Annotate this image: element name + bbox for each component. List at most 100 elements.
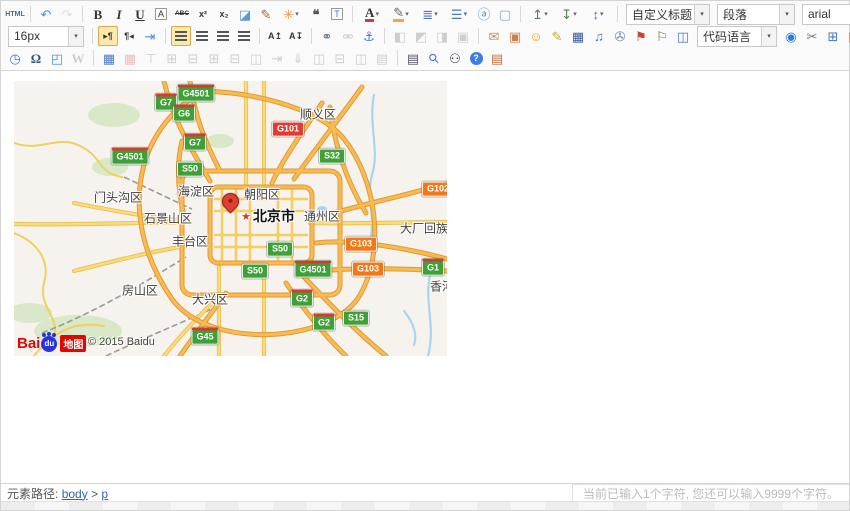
- pasteplain-button[interactable]: T: [327, 4, 347, 24]
- separator: [165, 28, 166, 44]
- simpleupload-button[interactable]: ✉: [484, 26, 504, 46]
- justifyjustify-button[interactable]: [234, 26, 254, 46]
- blockquote-button[interactable]: ❝: [306, 4, 326, 24]
- webapp-icon: ◉: [785, 30, 796, 43]
- undo-button[interactable]: ↶: [36, 4, 56, 24]
- imageright-icon: ◨: [436, 30, 448, 43]
- formatmatch-button[interactable]: ✎: [256, 4, 276, 24]
- district-label: 丰台区: [172, 233, 208, 250]
- time-button[interactable]: ◷: [5, 48, 25, 68]
- customstyle-combo[interactable]: 自定义标题▾: [626, 4, 710, 25]
- wordimage-button: W: [68, 48, 88, 68]
- source-button[interactable]: HTML: [5, 4, 25, 24]
- district-label: 门头沟区: [94, 189, 142, 206]
- road-badge: G101: [272, 122, 304, 137]
- backcolor-button[interactable]: ✎▾: [387, 4, 415, 24]
- paragraph-combo[interactable]: 段落▾: [717, 4, 795, 25]
- separator: [520, 6, 521, 22]
- spechars-button[interactable]: Ω: [26, 48, 46, 68]
- italic-button[interactable]: I: [109, 4, 129, 24]
- snapscreen-button[interactable]: ◰: [47, 48, 67, 68]
- charts-icon: ▤: [376, 52, 388, 65]
- district-label: 石景山区: [144, 210, 192, 227]
- bold-button[interactable]: B: [88, 4, 108, 24]
- template-button[interactable]: ⊞: [823, 26, 843, 46]
- toolbar-row-2: 16px▾▸¶¶◂⇥A↥A↧⚭⚮⚓◧◩◨▣✉▣☺✎▦♫✇⚑⚐◫代码语言▾◉✂⊞▨…: [5, 25, 845, 47]
- separator: [30, 6, 31, 22]
- undo-icon: ↶: [41, 8, 52, 21]
- justifycenter-button[interactable]: [192, 26, 212, 46]
- cleardoc-button[interactable]: ▢: [495, 4, 515, 24]
- drafts-icon: ▤: [491, 52, 503, 65]
- insertrow-icon: ⊞: [167, 52, 178, 65]
- baidu-map-image[interactable]: G4501G7G6G7G101S32G4501S50G102G103S50G1S…: [14, 81, 447, 356]
- toolbar-row-3: ◷Ω◰W▦▦⊤⊞⊟⊞⊟◫⇥⇓◫⊟◫▤▤⚲⚇?▤: [5, 47, 845, 69]
- touppercase-button[interactable]: A↥: [265, 26, 285, 46]
- status-bar: 元素路径: body > p 当前已输入1个字符, 您还可以输入9999个字符。: [1, 483, 849, 502]
- road-badge: G2: [313, 314, 335, 331]
- tolowercase-button[interactable]: A↧: [286, 26, 306, 46]
- indent-button[interactable]: ⇥: [140, 26, 160, 46]
- italic-icon: I: [116, 8, 121, 21]
- rowspacingbottom-button[interactable]: ↧▾: [555, 4, 583, 24]
- subscript-icon: x₂: [219, 10, 228, 19]
- autotypeset-button[interactable]: ✳▾: [277, 4, 305, 24]
- insertframe-button[interactable]: ◫: [673, 26, 693, 46]
- road-badge: S50: [267, 242, 293, 257]
- help-button[interactable]: ?: [466, 48, 486, 68]
- print-button[interactable]: ▤: [403, 48, 423, 68]
- preview-button[interactable]: ⚲: [424, 48, 444, 68]
- removeformat-button[interactable]: ◪: [235, 4, 255, 24]
- map-button[interactable]: ⚑: [631, 26, 651, 46]
- drafts-button[interactable]: ▤: [487, 48, 507, 68]
- justifyright-button[interactable]: [213, 26, 233, 46]
- splittocells-icon: ◫: [313, 52, 325, 65]
- music-button[interactable]: ♫: [589, 26, 609, 46]
- subscript-button[interactable]: x₂: [214, 4, 234, 24]
- pagebreak-button[interactable]: ✂: [802, 26, 822, 46]
- gmap-button[interactable]: ⚐: [652, 26, 672, 46]
- webapp-button[interactable]: ◉: [781, 26, 801, 46]
- separator: [92, 28, 93, 44]
- help-icon: ?: [470, 52, 483, 65]
- attachment-icon: ✇: [615, 30, 626, 43]
- insertvideo-button[interactable]: ▦: [568, 26, 588, 46]
- underline-button[interactable]: U: [130, 4, 150, 24]
- anchor-button[interactable]: ⚓: [359, 26, 379, 46]
- lineheight-button[interactable]: ↕▾: [584, 4, 612, 24]
- redo-icon: ↷: [62, 8, 73, 21]
- link-button[interactable]: ⚭: [317, 26, 337, 46]
- fontborder-button[interactable]: A: [151, 4, 171, 24]
- justifyleft-button[interactable]: [171, 26, 191, 46]
- insertimage-button[interactable]: ▣: [505, 26, 525, 46]
- editing-area[interactable]: G4501G7G6G7G101S32G4501S50G102G103S50G1S…: [1, 71, 849, 484]
- horizontal-scrollbar[interactable]: [1, 501, 849, 510]
- dropdown-arrow-icon: ▾: [573, 10, 577, 18]
- element-path-body-link[interactable]: body: [62, 487, 88, 501]
- insertcode-combo[interactable]: 代码语言▾: [697, 26, 777, 47]
- attachment-button[interactable]: ✇: [610, 26, 630, 46]
- scrawl-button[interactable]: ✎: [547, 26, 567, 46]
- strikethrough-button[interactable]: ABC: [172, 4, 192, 24]
- insertorderedlist-button[interactable]: ≣▾: [416, 4, 444, 24]
- mergecells-icon: ◫: [250, 52, 262, 65]
- district-label: 朝阳区: [244, 186, 280, 203]
- emotion-button[interactable]: ☺: [526, 26, 546, 46]
- forecolor-button[interactable]: A▾: [358, 4, 386, 24]
- inserttable-button[interactable]: ▦: [99, 48, 119, 68]
- insertunorderedlist-button[interactable]: ☰▾: [445, 4, 473, 24]
- element-path-p-link[interactable]: p: [101, 487, 108, 501]
- road-badge: G4501: [294, 261, 331, 278]
- fontsize-combo[interactable]: 16px▾: [8, 26, 84, 47]
- fontfamily-combo[interactable]: arial▾: [802, 4, 850, 25]
- background-button[interactable]: ▨: [844, 26, 850, 46]
- superscript-button[interactable]: x²: [193, 4, 213, 24]
- rich-text-editor: HTML↶↷BIUAABCx²x₂◪✎✳▾❝TA▾✎▾≣▾☰▾ⓐ▢↥▾↧▾↕▾自…: [0, 0, 850, 511]
- directionalityrtl-button[interactable]: ¶◂: [119, 26, 139, 46]
- road-badge: G1: [422, 259, 444, 276]
- toolbar: HTML↶↷BIUAABCx²x₂◪✎✳▾❝TA▾✎▾≣▾☰▾ⓐ▢↥▾↧▾↕▾自…: [1, 1, 849, 71]
- rowspacingtop-button[interactable]: ↥▾: [526, 4, 554, 24]
- searchreplace-button[interactable]: ⚇: [445, 48, 465, 68]
- directionalityltr-button[interactable]: ▸¶: [98, 26, 118, 46]
- selectall-button[interactable]: ⓐ: [474, 4, 494, 24]
